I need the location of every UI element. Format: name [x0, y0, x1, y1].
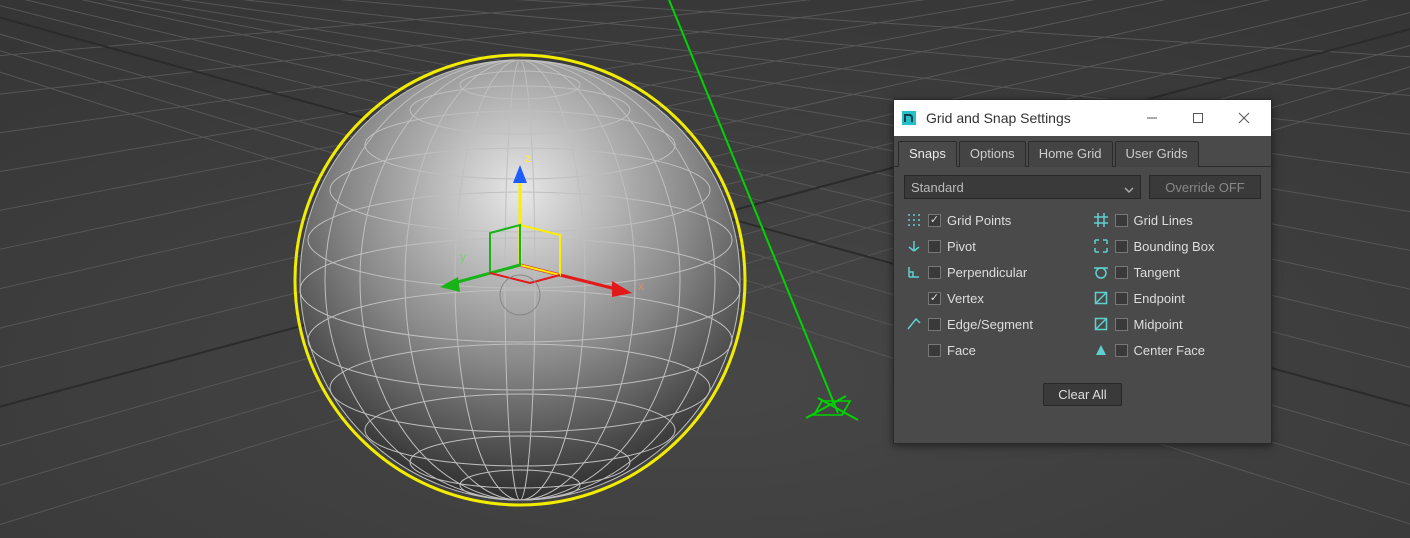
center-face-icon — [1091, 343, 1111, 357]
checkbox[interactable] — [928, 240, 941, 253]
dropdown-value: Standard — [911, 180, 964, 195]
tab-label: Options — [970, 146, 1015, 161]
perpendicular-icon — [904, 265, 924, 279]
app-icon — [898, 107, 920, 129]
grid-points-icon — [904, 213, 924, 227]
axis-y-label: y — [460, 250, 466, 264]
option-label: Perpendicular — [947, 265, 1027, 280]
pivot-icon — [904, 239, 924, 253]
clear-all-button[interactable]: Clear All — [1043, 383, 1121, 406]
option-label: Grid Points — [947, 213, 1011, 228]
override-button[interactable]: Override OFF — [1149, 175, 1261, 199]
button-label: Clear All — [1058, 387, 1106, 402]
axis-x-label: x — [638, 279, 644, 293]
checkbox[interactable] — [928, 292, 941, 305]
chevron-down-icon — [1124, 183, 1134, 198]
opt-face[interactable]: Face — [904, 339, 1075, 361]
grid-lines-icon — [1091, 213, 1111, 227]
option-label: Grid Lines — [1134, 213, 1193, 228]
edge-icon — [904, 317, 924, 331]
option-label: Face — [947, 343, 976, 358]
opt-pivot[interactable]: Pivot — [904, 235, 1075, 257]
option-label: Center Face — [1134, 343, 1206, 358]
checkbox[interactable] — [1115, 214, 1128, 227]
checkbox[interactable] — [928, 318, 941, 331]
checkbox[interactable] — [1115, 240, 1128, 253]
checkbox[interactable] — [928, 214, 941, 227]
option-label: Bounding Box — [1134, 239, 1215, 254]
minimize-button[interactable] — [1129, 100, 1175, 136]
option-label: Endpoint — [1134, 291, 1185, 306]
tab-home-grid[interactable]: Home Grid — [1028, 141, 1113, 167]
opt-tangent[interactable]: Tangent — [1091, 261, 1262, 283]
midpoint-icon — [1091, 317, 1111, 331]
option-label: Vertex — [947, 291, 984, 306]
grid-snap-settings-dialog[interactable]: Grid and Snap Settings Snaps Options Hom… — [893, 99, 1272, 444]
opt-vertex[interactable]: Vertex — [904, 287, 1075, 309]
axis-z-label: z — [525, 151, 531, 165]
tab-options[interactable]: Options — [959, 141, 1026, 167]
maximize-button[interactable] — [1175, 100, 1221, 136]
titlebar[interactable]: Grid and Snap Settings — [894, 100, 1271, 136]
opt-perpendicular[interactable]: Perpendicular — [904, 261, 1075, 283]
tab-snaps[interactable]: Snaps — [898, 141, 957, 167]
tab-label: Snaps — [909, 146, 946, 161]
opt-midpoint[interactable]: Midpoint — [1091, 313, 1262, 335]
checkbox[interactable] — [1115, 292, 1128, 305]
checkbox[interactable] — [1115, 344, 1128, 357]
opt-endpoint[interactable]: Endpoint — [1091, 287, 1262, 309]
opt-center-face[interactable]: Center Face — [1091, 339, 1262, 361]
checkbox[interactable] — [1115, 318, 1128, 331]
endpoint-icon — [1091, 291, 1111, 305]
checkbox[interactable] — [928, 344, 941, 357]
dialog-title: Grid and Snap Settings — [926, 110, 1129, 126]
tab-label: User Grids — [1126, 146, 1188, 161]
opt-grid-lines[interactable]: Grid Lines — [1091, 209, 1262, 231]
snap-type-dropdown[interactable]: Standard — [904, 175, 1141, 199]
tabs: Snaps Options Home Grid User Grids — [894, 136, 1271, 167]
bounding-box-icon — [1091, 239, 1111, 253]
snaps-panel: Standard Override OFF Grid Points Grid L… — [894, 167, 1271, 416]
tab-label: Home Grid — [1039, 146, 1102, 161]
opt-edge-segment[interactable]: Edge/Segment — [904, 313, 1075, 335]
tangent-icon — [1091, 265, 1111, 279]
tab-user-grids[interactable]: User Grids — [1115, 141, 1199, 167]
close-button[interactable] — [1221, 100, 1267, 136]
option-label: Pivot — [947, 239, 976, 254]
option-label: Edge/Segment — [947, 317, 1033, 332]
opt-grid-points[interactable]: Grid Points — [904, 209, 1075, 231]
checkbox[interactable] — [928, 266, 941, 279]
option-label: Tangent — [1134, 265, 1180, 280]
checkbox[interactable] — [1115, 266, 1128, 279]
opt-bounding-box[interactable]: Bounding Box — [1091, 235, 1262, 257]
option-label: Midpoint — [1134, 317, 1183, 332]
button-label: Override OFF — [1165, 180, 1244, 195]
